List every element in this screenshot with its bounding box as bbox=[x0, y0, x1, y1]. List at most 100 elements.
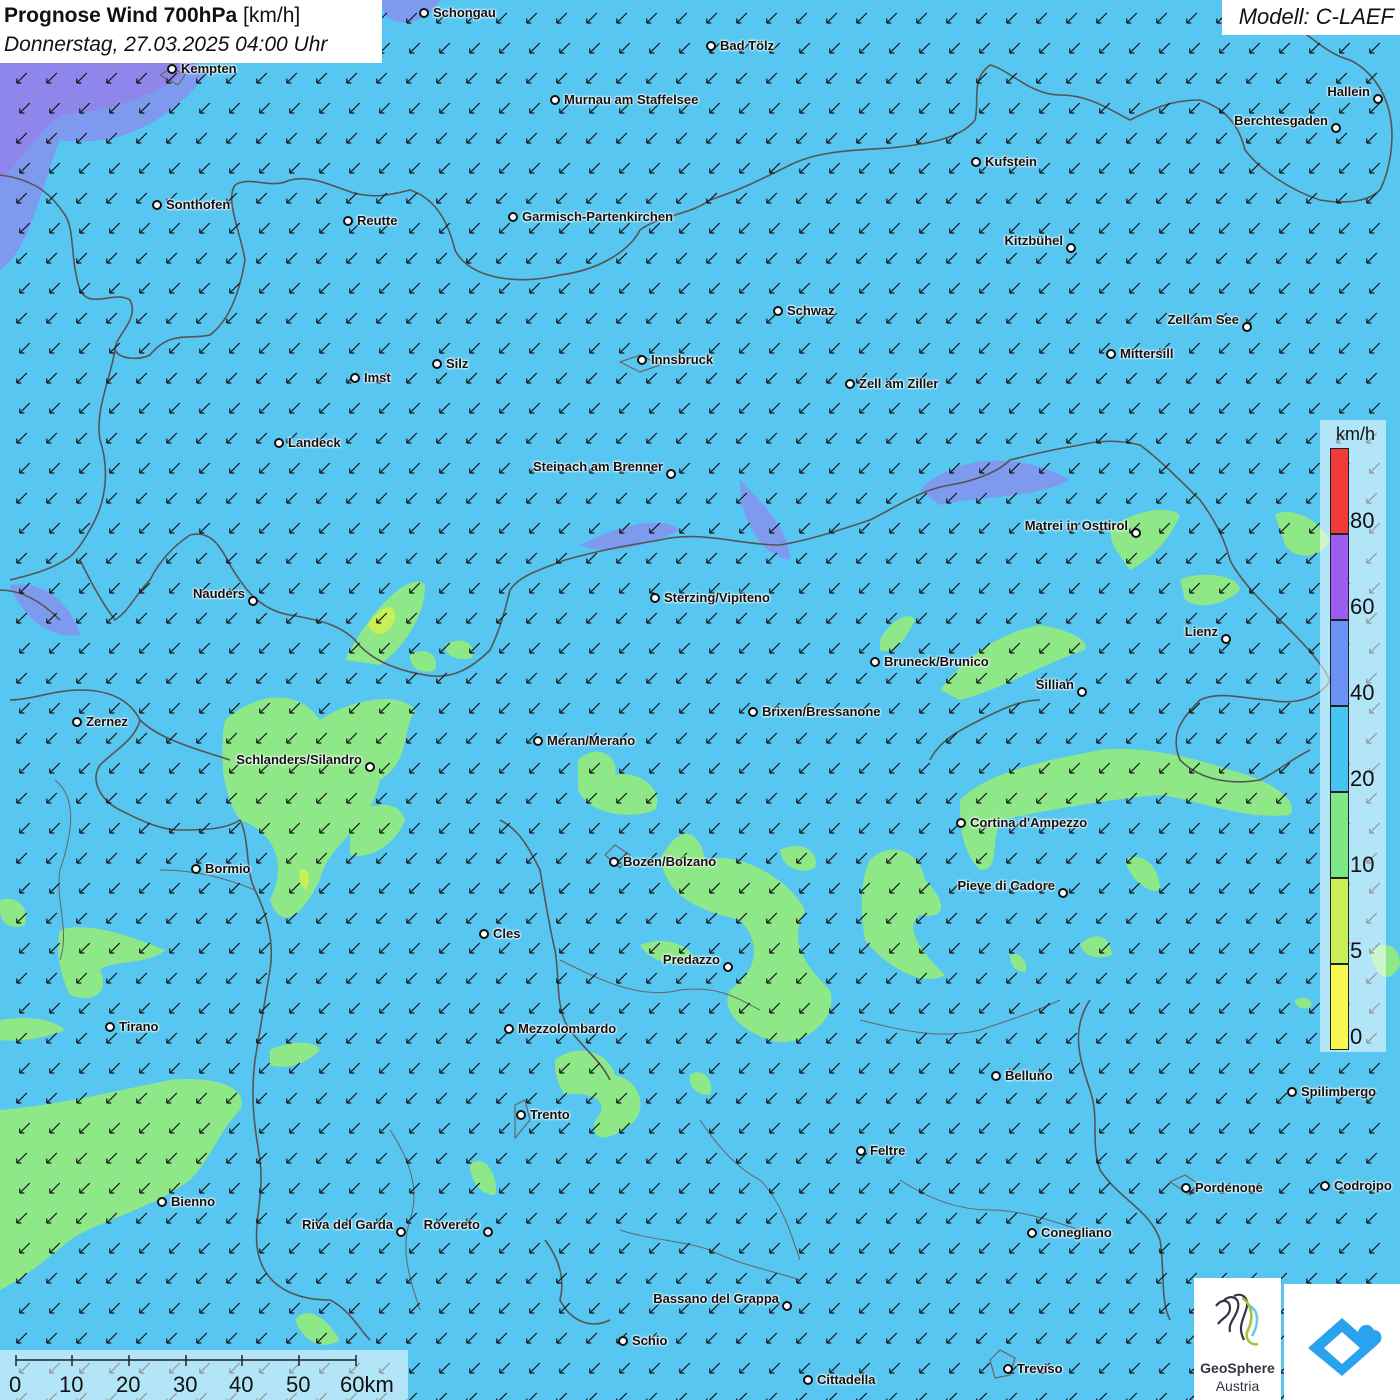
city-label: Innsbruck bbox=[651, 352, 714, 367]
city-marker bbox=[870, 657, 880, 667]
city-label: Brixen/Bressanone bbox=[762, 704, 881, 719]
city-marker bbox=[1181, 1183, 1191, 1193]
city-label: Cles bbox=[493, 926, 521, 941]
weather-app-icon bbox=[1308, 1318, 1382, 1376]
city-label: Bozen/Bolzano bbox=[623, 854, 717, 869]
scale-label-10: 10 bbox=[59, 1372, 84, 1397]
model-box: Modell: C-LAEF bbox=[1222, 0, 1400, 35]
scale-label-0: 0 bbox=[9, 1372, 22, 1397]
city-marker bbox=[856, 1146, 866, 1156]
city-marker bbox=[72, 717, 82, 727]
city-label: Bienno bbox=[171, 1194, 216, 1209]
city-label: Nauders bbox=[192, 586, 245, 601]
city-label: Bruneck/Brunico bbox=[884, 654, 989, 669]
city-marker bbox=[723, 962, 733, 972]
city-marker bbox=[773, 306, 783, 316]
legend-segment-10 bbox=[1330, 792, 1349, 878]
city-label: Kempten bbox=[181, 61, 237, 76]
city-label: Mezzolombardo bbox=[518, 1021, 617, 1036]
geosphere-mark-icon bbox=[1215, 1293, 1259, 1346]
legend-label-0: 0 bbox=[1350, 1024, 1363, 1049]
city-label: Belluno bbox=[1005, 1068, 1053, 1083]
city-marker bbox=[609, 857, 619, 867]
city-label: Sterzing/Vipiteno bbox=[664, 590, 770, 605]
city-label: Predazzo bbox=[662, 952, 720, 967]
city-marker bbox=[845, 379, 855, 389]
city-label: Schwaz bbox=[787, 303, 835, 318]
city-label: Bad Tölz bbox=[720, 38, 775, 53]
city-marker bbox=[516, 1110, 526, 1120]
legend-label-10: 10 bbox=[1350, 852, 1375, 877]
city-label: Lienz bbox=[1184, 624, 1218, 639]
legend-label-40: 40 bbox=[1350, 680, 1375, 705]
city-marker bbox=[419, 8, 429, 18]
city-marker bbox=[1066, 243, 1076, 253]
city-marker bbox=[650, 593, 660, 603]
city-marker bbox=[1320, 1181, 1330, 1191]
city-marker bbox=[248, 596, 258, 606]
city-marker bbox=[479, 929, 489, 939]
city-label: Schongau bbox=[433, 5, 496, 20]
city-label: Silz bbox=[446, 356, 469, 371]
city-label: Steinach am Brenner bbox=[532, 459, 663, 474]
city-marker bbox=[803, 1375, 813, 1385]
model-name: Modell: C-LAEF bbox=[1238, 4, 1394, 29]
city-marker bbox=[396, 1227, 406, 1237]
city-label: Bassano del Grappa bbox=[653, 1291, 779, 1306]
city-marker bbox=[432, 359, 442, 369]
city-label: Conegliano bbox=[1041, 1225, 1112, 1240]
city-label: Cittadella bbox=[817, 1372, 876, 1387]
city-marker bbox=[991, 1071, 1001, 1081]
city-marker bbox=[748, 707, 758, 717]
city-label: Berchtesgaden bbox=[1234, 113, 1328, 128]
city-marker bbox=[1131, 528, 1141, 538]
city-marker bbox=[167, 64, 177, 74]
map-title-main: Prognose Wind 700hPa bbox=[4, 4, 238, 27]
city-marker bbox=[1373, 94, 1383, 104]
city-marker bbox=[1003, 1364, 1013, 1374]
city-marker bbox=[533, 736, 543, 746]
city-marker bbox=[1221, 634, 1231, 644]
legend-segment-5 bbox=[1330, 878, 1349, 964]
city-label: Kufstein bbox=[985, 154, 1037, 169]
city-marker bbox=[1331, 123, 1341, 133]
city-label: Tirano bbox=[119, 1019, 159, 1034]
city-label: Codroipo bbox=[1334, 1178, 1392, 1193]
city-marker bbox=[550, 95, 560, 105]
legend-segment-80 bbox=[1330, 448, 1349, 534]
city-marker bbox=[343, 216, 353, 226]
legend-label-20: 20 bbox=[1350, 766, 1375, 791]
geosphere-name: GeoSphere bbox=[1200, 1360, 1275, 1376]
map-title-unit: [km/h] bbox=[243, 4, 301, 27]
city-marker bbox=[956, 818, 966, 828]
city-label: Landeck bbox=[288, 435, 341, 450]
city-label: Riva del Garda bbox=[301, 1217, 393, 1232]
city-label: Hallein bbox=[1327, 84, 1370, 99]
city-marker bbox=[157, 1197, 167, 1207]
city-marker bbox=[365, 762, 375, 772]
city-marker bbox=[152, 200, 162, 210]
city-label: Spilimbergo bbox=[1301, 1084, 1377, 1099]
scale-bar: 0 10 20 30 40 50 60km bbox=[0, 1350, 408, 1400]
city-marker bbox=[971, 157, 981, 167]
wind-map: Schongau Bad Tölz Kempten Murnau am Staffel… bbox=[0, 0, 1400, 1400]
city-label: Meran/Merano bbox=[547, 733, 636, 748]
weather-app-logo bbox=[1284, 1284, 1400, 1400]
city-marker bbox=[706, 41, 716, 51]
city-label: Schio bbox=[632, 1333, 668, 1348]
scale-label-40: 40 bbox=[229, 1372, 254, 1397]
geosphere-country: Austria bbox=[1215, 1378, 1260, 1394]
city-marker bbox=[350, 373, 360, 383]
city-label: Pordenone bbox=[1195, 1180, 1263, 1195]
city-marker bbox=[618, 1336, 628, 1346]
city-label: Trento bbox=[530, 1107, 570, 1122]
city-label: Feltre bbox=[870, 1143, 906, 1158]
color-legend: km/h 80 60 40 20 10 5 0 bbox=[1320, 420, 1386, 1052]
city-marker bbox=[1287, 1087, 1297, 1097]
legend-label-5: 5 bbox=[1350, 938, 1363, 963]
map-title: Prognose Wind 700hPa [km/h] bbox=[4, 4, 300, 28]
legend-label-60: 60 bbox=[1350, 594, 1375, 619]
city-marker bbox=[1058, 888, 1068, 898]
city-label: Mittersill bbox=[1120, 346, 1174, 361]
city-marker bbox=[191, 864, 201, 874]
